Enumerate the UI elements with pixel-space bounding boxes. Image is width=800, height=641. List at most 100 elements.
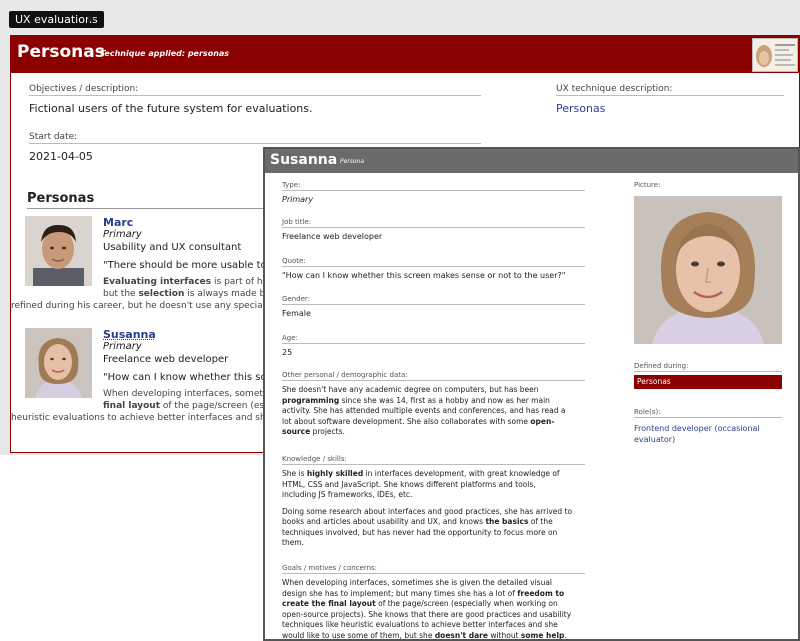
defined-label: Defined during: <box>634 362 782 372</box>
persona-desc-text: is always made bas <box>184 289 276 299</box>
roles-link[interactable]: Frontend developer (occasional evaluator… <box>634 423 782 445</box>
type-label: Type: <box>282 181 585 191</box>
persona-picture <box>634 196 782 344</box>
text-line: She is highly skilled in interfaces deve… <box>282 469 585 480</box>
avatar[interactable] <box>25 216 92 286</box>
text-line: create the final layout of the page/scre… <box>282 599 585 610</box>
type-value: Primary <box>282 195 314 204</box>
quote-field: Quote: "How can I know whether this scre… <box>282 257 585 280</box>
persona-quote: "There should be more usable tools t <box>103 260 288 271</box>
text-line: would like to use some of them, but she … <box>282 630 585 640</box>
panel-header: Personas Technique applied: personas <box>11 36 799 73</box>
text-line: HTML, CSS and JavaScript. She knows diff… <box>282 479 536 489</box>
text-line: programming since she was 14, first as a… <box>282 396 585 407</box>
text-line: techniques like heuristic evaluations to… <box>282 620 558 629</box>
bold-text: the basics <box>485 517 529 526</box>
text-line: books and articles about usability and U… <box>282 517 585 528</box>
text-line: activity. She has attended multiple even… <box>282 406 566 415</box>
modal-header: Susanna Persona <box>265 149 798 173</box>
goals-label: Goals / motives / concerns: <box>282 564 585 574</box>
persona-desc-bold: Evaluating interfaces <box>103 277 212 287</box>
skills-text: She is highly skilled in interfaces deve… <box>282 469 585 549</box>
persona-desc-text: but the <box>103 289 139 299</box>
defined-value[interactable]: Personas <box>634 375 782 389</box>
job-label: Job title: <box>282 218 585 228</box>
bold-text: create the final layout <box>282 599 376 608</box>
bold-text: doesn't dare <box>434 630 488 640</box>
text-line: Doing some research about interfaces and… <box>282 506 573 516</box>
text-line: them. <box>282 538 304 547</box>
panel-title: Personas <box>17 42 105 62</box>
text-line: She doesn't have any academic degree on … <box>282 385 539 394</box>
demographic-text: She doesn't have any academic degree on … <box>282 385 585 438</box>
start-date-label: Start date: <box>29 132 481 144</box>
picture-label: Picture: <box>634 181 661 189</box>
quote-label: Quote: <box>282 257 585 267</box>
goals-text: When developing interfaces, sometimes sh… <box>282 578 585 640</box>
text: of the <box>528 517 553 526</box>
persona-name[interactable]: Marc <box>103 216 133 229</box>
personas-divider <box>27 208 267 209</box>
persona-desc-line: Evaluating interfaces is part of his d <box>103 276 278 288</box>
text-line: including JS frameworks, IDEs, etc. <box>282 490 413 499</box>
bold-text: freedom to <box>517 588 565 598</box>
persona-desc-line: When developing interfaces, sometime <box>103 389 280 399</box>
text: lot about software development. She also… <box>282 416 531 426</box>
skills-field: Knowledge / skills: She is highly skille… <box>282 455 585 549</box>
text: of the page/screen (especially when work… <box>375 599 558 608</box>
text: . <box>564 630 567 640</box>
persona-quote: "How can I know whether this screen <box>103 372 289 383</box>
text: would like to use some of them, but she <box>282 630 435 640</box>
demographic-field: Other personal / demographic data: She d… <box>282 371 585 438</box>
persona-job: Usability and UX consultant <box>103 242 242 253</box>
modal-right-column: Picture: Defined during: Personas Role(s… <box>634 181 782 444</box>
text: design she has to implement; but many ti… <box>282 588 518 598</box>
persona-desc-bold: final layout <box>103 401 161 411</box>
gender-field: Gender: Female <box>282 295 585 318</box>
text-line: design she has to implement; but many ti… <box>282 589 585 600</box>
technique-thumbnail[interactable] <box>752 38 798 72</box>
bold-text: programming <box>282 395 340 405</box>
text-line: open-source projects). She knows that th… <box>282 609 572 619</box>
personas-heading: Personas <box>27 191 95 206</box>
roles-line[interactable]: Frontend developer (occasional <box>634 423 782 434</box>
modal-title: Susanna <box>270 152 338 168</box>
job-value: Freelance web developer <box>282 232 383 241</box>
persona-desc-line: heuristic evaluations to achieve better … <box>11 413 272 423</box>
technique-field: UX technique description: Personas <box>556 84 784 115</box>
technique-link[interactable]: Personas <box>556 102 784 115</box>
roles-line[interactable]: evaluator) <box>634 434 782 445</box>
persona-name[interactable]: Susanna <box>103 328 156 341</box>
text: projects. <box>310 427 345 436</box>
persona-job: Freelance web developer <box>103 354 229 365</box>
text-line: lot about software development. She also… <box>282 417 585 428</box>
persona-desc-bold: selection <box>138 289 185 299</box>
persona-type: Primary <box>103 341 142 352</box>
age-label: Age: <box>282 334 585 344</box>
objectives-label: Objectives / description: <box>29 84 481 96</box>
modal-subtitle: Persona <box>340 158 365 165</box>
persona-desc-text: of the page/screen (espe <box>160 401 276 411</box>
persona-desc-line: final layout of the page/screen (espe <box>103 400 275 412</box>
persona-type: Primary <box>103 229 142 240</box>
bold-text: highly skilled <box>306 469 364 478</box>
objectives-value: Fictional users of the future system for… <box>29 102 313 115</box>
objectives-field: Objectives / description: Fictional user… <box>29 84 481 115</box>
bold-text: source <box>282 427 311 436</box>
panel-subtitle: Technique applied: personas <box>100 49 230 58</box>
persona-desc-line: but the selection is always made bas <box>103 288 275 300</box>
text: books and articles about usability and U… <box>282 517 486 526</box>
text-line: techniques involved, but has never had t… <box>282 527 558 537</box>
skills-label: Knowledge / skills: <box>282 455 585 465</box>
text-line: source projects. <box>282 427 585 438</box>
avatar[interactable] <box>25 328 92 398</box>
age-field: Age: 25 <box>282 334 585 357</box>
text: without <box>487 630 521 640</box>
breadcrumb-arrow-icon[interactable] <box>88 15 94 23</box>
roles-label: Role(s): <box>634 408 782 418</box>
technique-label: UX technique description: <box>556 84 784 96</box>
bold-text: some help <box>520 630 565 640</box>
bold-text: open- <box>530 416 555 426</box>
text: She is <box>282 469 307 478</box>
persona-detail-modal: Susanna Persona Type: Primary Job title:… <box>263 147 800 641</box>
